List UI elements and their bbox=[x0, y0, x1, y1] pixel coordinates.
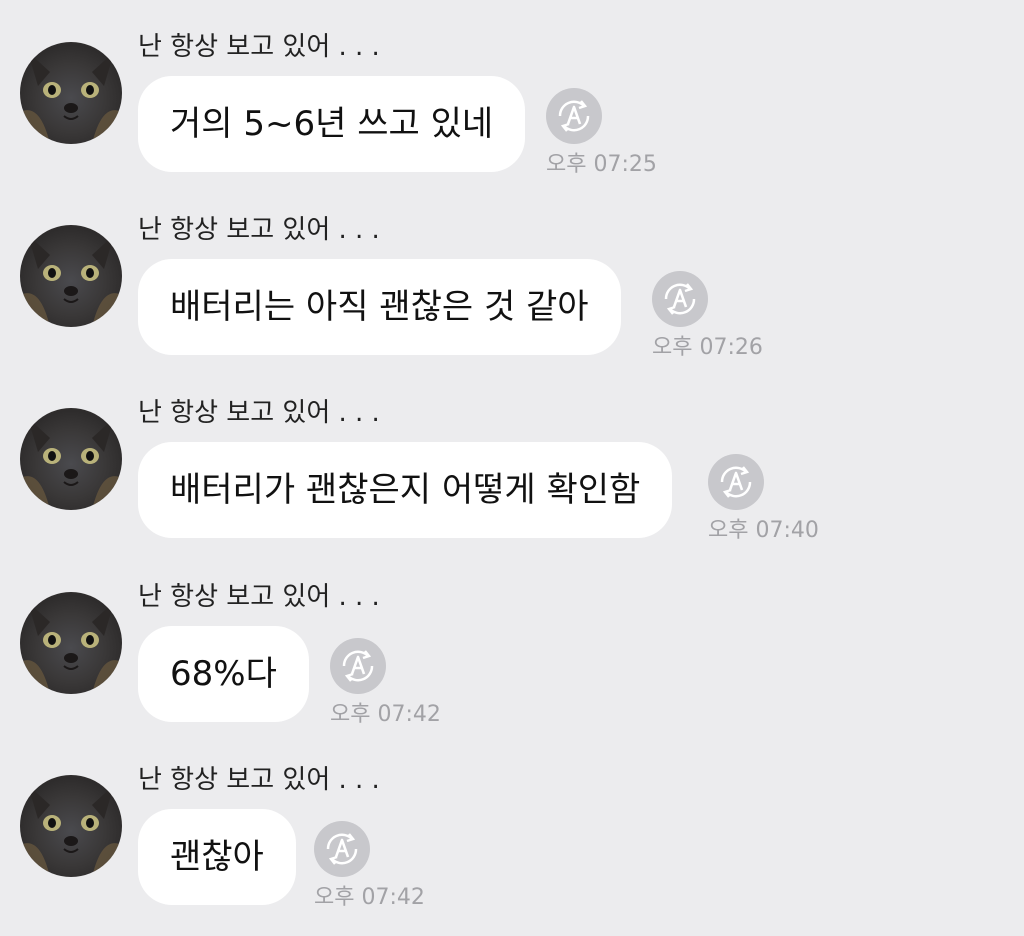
auto-translate-retry-icon[interactable] bbox=[652, 271, 708, 327]
timestamp: 오후 07:25 bbox=[546, 152, 657, 177]
timestamp: 오후 07:42 bbox=[314, 885, 425, 910]
timestamp: 오후 07:26 bbox=[652, 335, 763, 360]
timestamp: 오후 07:40 bbox=[708, 518, 819, 543]
cat-avatar-icon[interactable] bbox=[20, 592, 122, 694]
auto-translate-retry-icon[interactable] bbox=[708, 454, 764, 510]
message-meta: 오후 07:42 bbox=[314, 821, 425, 910]
sender-name: 난 항상 보고 있어 . . . bbox=[138, 32, 380, 62]
message-row: 난 항상 보고 있어 . . . 괜찮아 오후 07:42 bbox=[0, 765, 1024, 935]
message-meta: 오후 07:42 bbox=[330, 638, 441, 727]
message-row: 난 항상 보고 있어 . . . 거의 5~6년 쓰고 있네 오후 07:25 bbox=[0, 32, 1024, 202]
message-bubble[interactable]: 배터리가 괜찮은지 어떻게 확인함 bbox=[138, 442, 673, 538]
message-row: 난 항상 보고 있어 . . . 배터리가 괜찮은지 어떻게 확인함 오후 07… bbox=[0, 398, 1024, 568]
cat-avatar-icon[interactable] bbox=[20, 408, 122, 510]
timestamp: 오후 07:42 bbox=[330, 702, 441, 727]
auto-translate-retry-icon[interactable] bbox=[330, 638, 386, 694]
auto-translate-retry-icon[interactable] bbox=[546, 88, 602, 144]
message-row: 난 항상 보고 있어 . . . 배터리는 아직 괜찮은 것 같아 오후 07:… bbox=[0, 215, 1024, 385]
sender-name: 난 항상 보고 있어 . . . bbox=[138, 765, 380, 795]
message-meta: 오후 07:26 bbox=[652, 271, 763, 360]
cat-avatar-icon[interactable] bbox=[20, 225, 122, 327]
message-bubble[interactable]: 68%다 bbox=[138, 626, 309, 722]
auto-translate-retry-icon[interactable] bbox=[314, 821, 370, 877]
sender-name: 난 항상 보고 있어 . . . bbox=[138, 398, 380, 428]
sender-name: 난 항상 보고 있어 . . . bbox=[138, 215, 380, 245]
message-row: 난 항상 보고 있어 . . . 68%다 오후 07:42 bbox=[0, 582, 1024, 752]
cat-avatar-icon[interactable] bbox=[20, 775, 122, 877]
cat-avatar-icon[interactable] bbox=[20, 42, 122, 144]
message-bubble[interactable]: 거의 5~6년 쓰고 있네 bbox=[138, 76, 526, 172]
message-bubble[interactable]: 괜찮아 bbox=[138, 809, 296, 905]
message-meta: 오후 07:25 bbox=[546, 88, 657, 177]
message-bubble[interactable]: 배터리는 아직 괜찮은 것 같아 bbox=[138, 259, 621, 355]
sender-name: 난 항상 보고 있어 . . . bbox=[138, 582, 380, 612]
message-meta: 오후 07:40 bbox=[708, 454, 819, 543]
